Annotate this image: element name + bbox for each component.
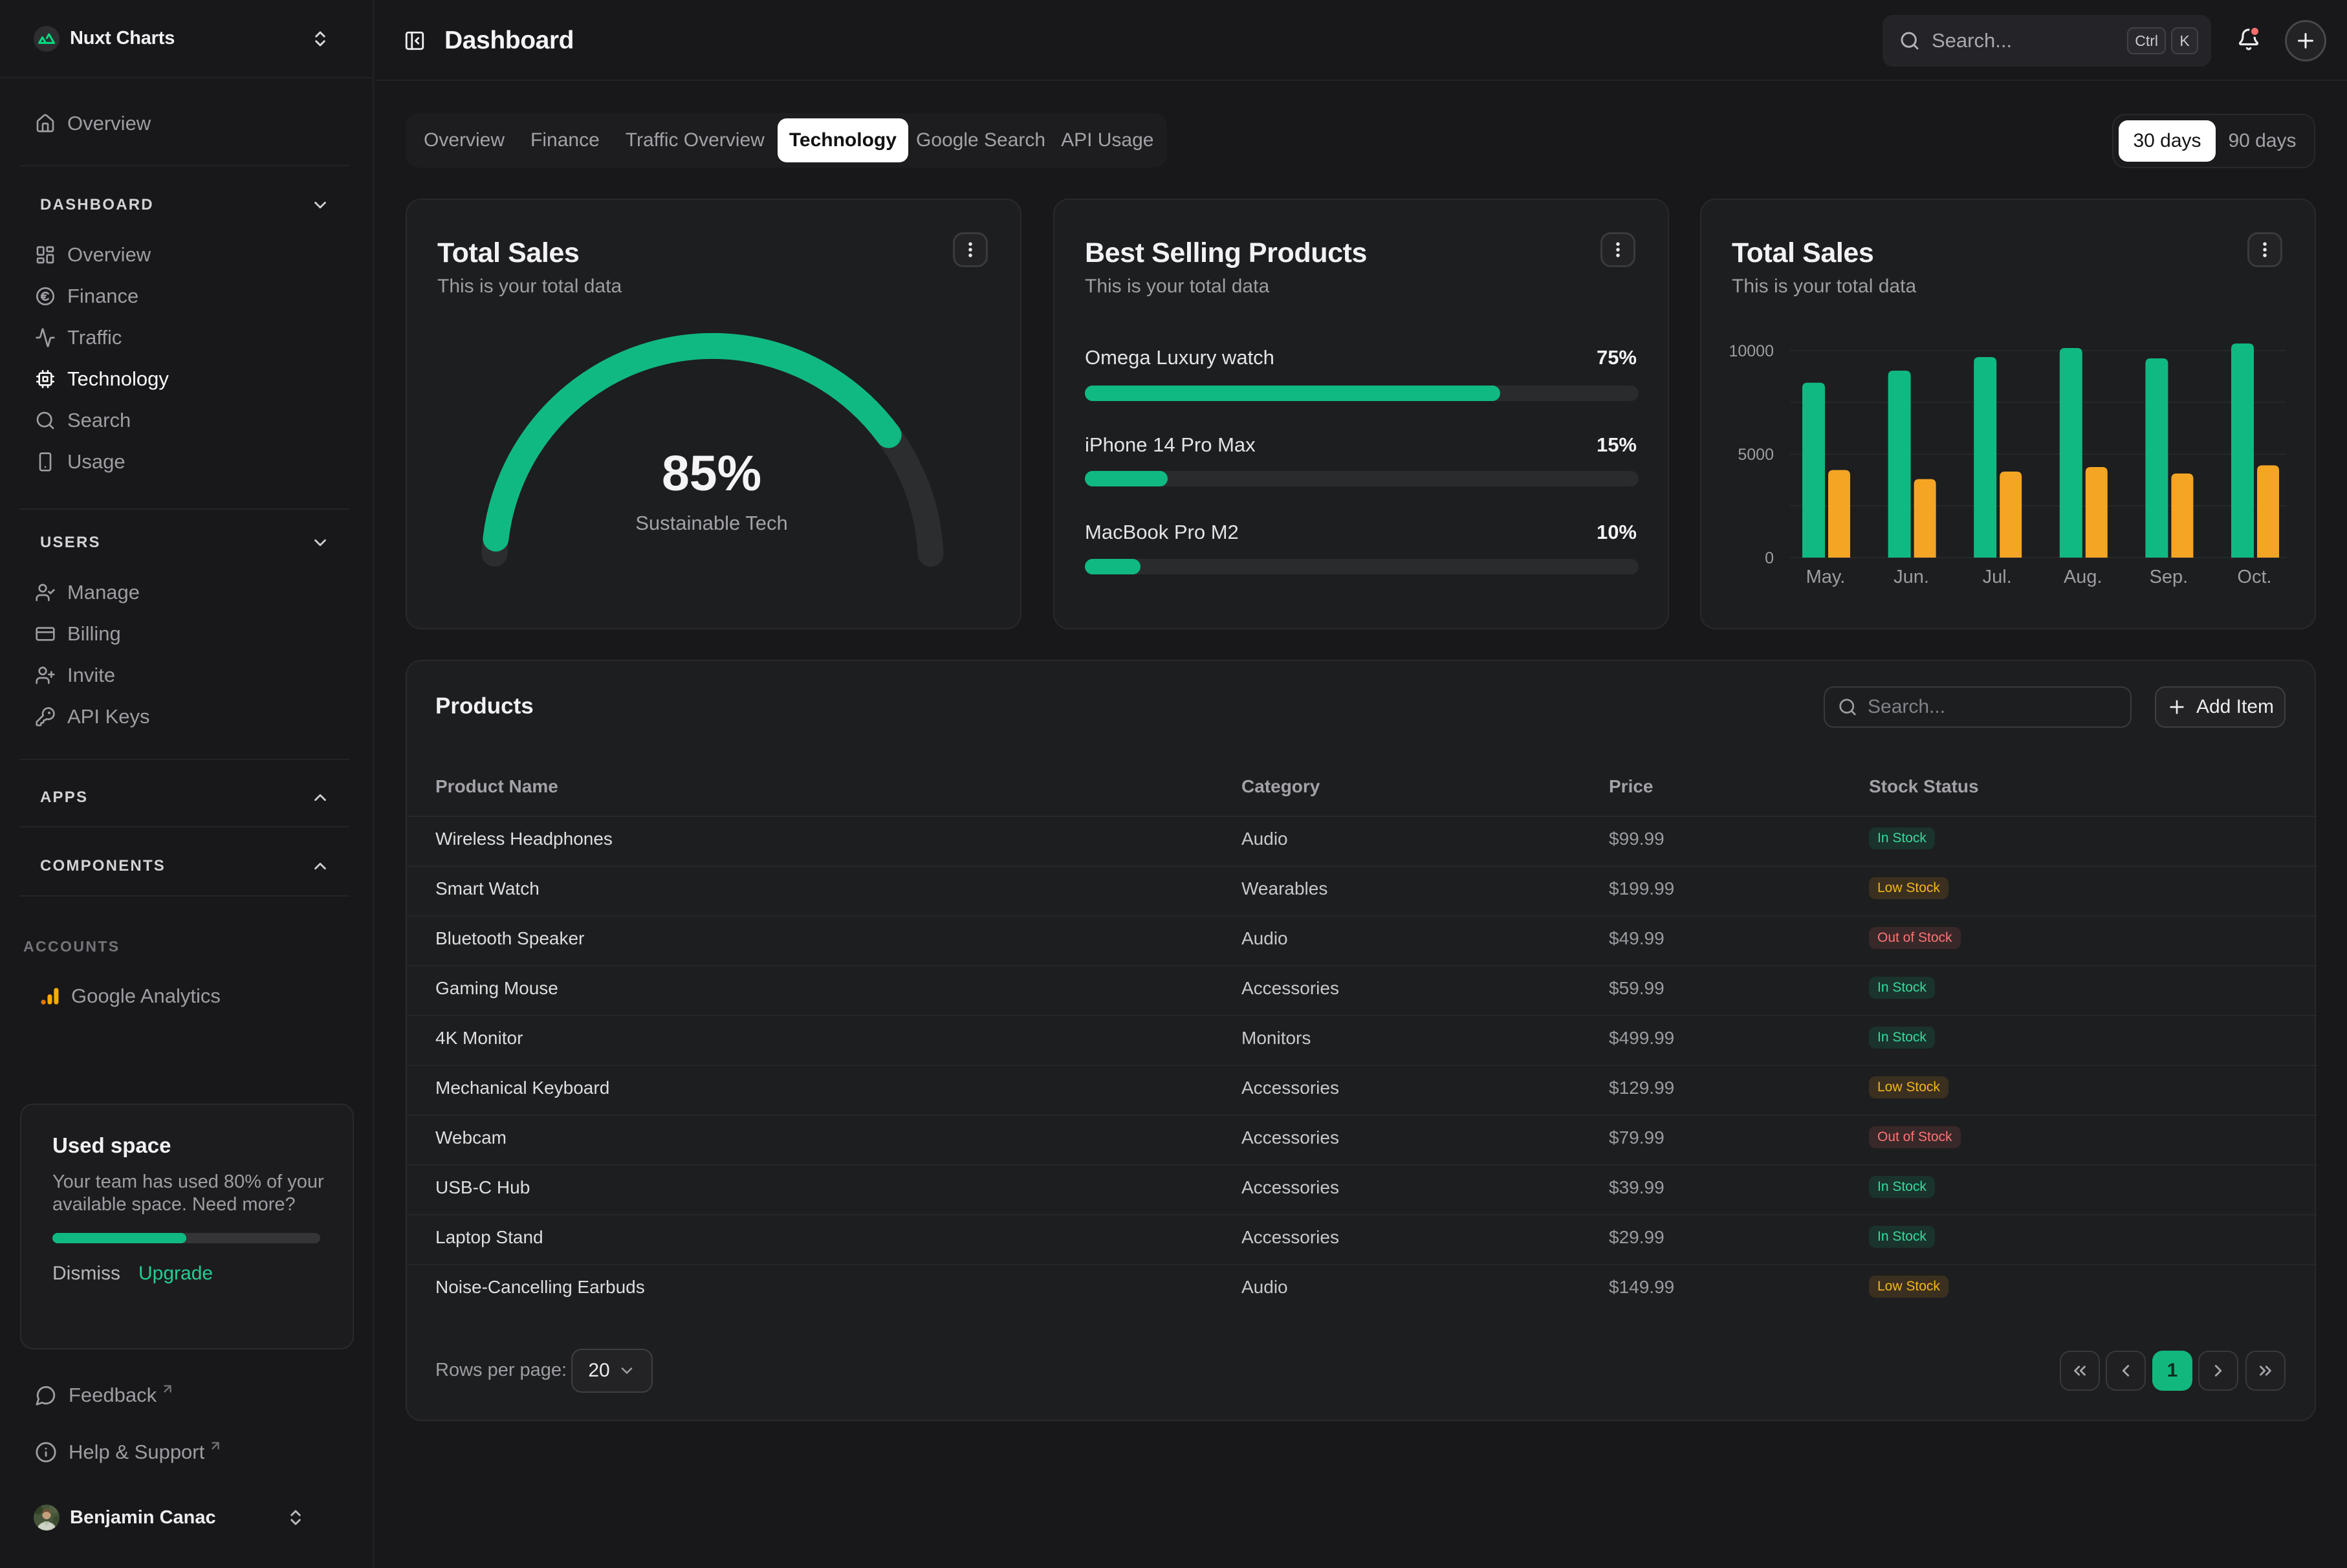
svg-text:Sustainable Tech: Sustainable Tech: [635, 512, 788, 534]
svg-text:Sep.: Sep.: [2150, 567, 2189, 587]
svg-text:85%: 85%: [662, 446, 761, 501]
svg-text:10000: 10000: [1729, 342, 1774, 360]
svg-text:May.: May.: [1806, 567, 1846, 587]
svg-text:Aug.: Aug.: [2064, 567, 2102, 587]
svg-text:Oct.: Oct.: [2237, 567, 2271, 587]
svg-text:Jun.: Jun.: [1894, 567, 1929, 587]
svg-text:0: 0: [1765, 549, 1774, 567]
svg-text:5000: 5000: [1738, 446, 1774, 464]
svg-text:Jul.: Jul.: [1983, 567, 2012, 587]
